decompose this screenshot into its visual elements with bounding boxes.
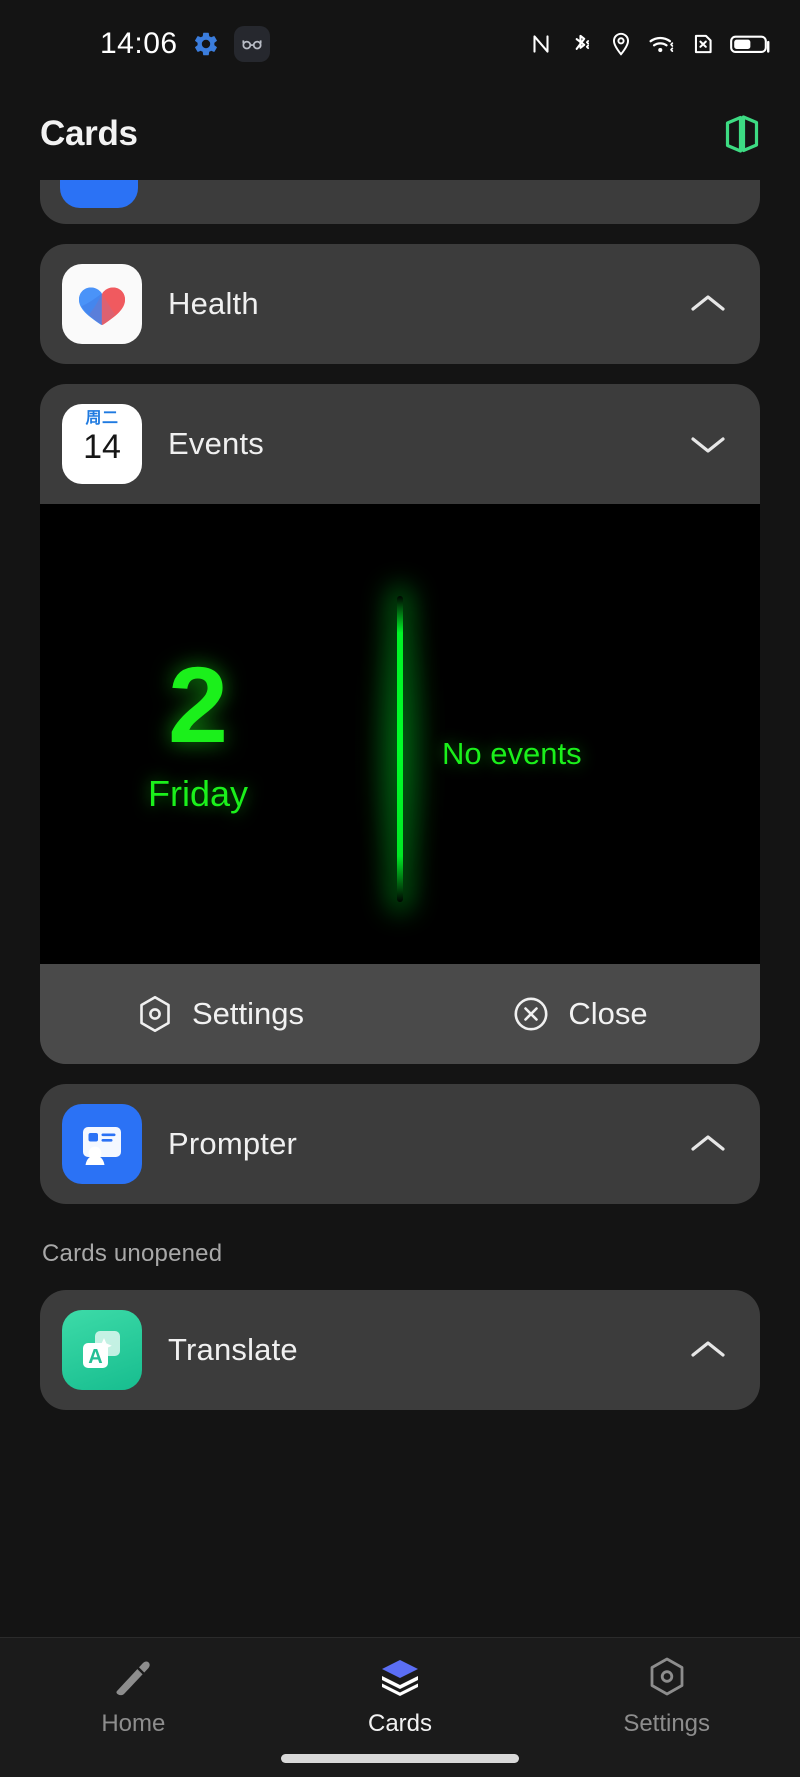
widget-close-button[interactable]: Close [400,995,760,1033]
widget-close-label: Close [568,996,648,1031]
location-icon [608,31,634,57]
health-heart-icon [62,264,142,344]
card-events-row[interactable]: 周二 14 Events [40,384,760,504]
events-widget[interactable]: 2 Friday No events [40,504,760,964]
card-health[interactable]: Health [40,244,760,364]
card-health-row[interactable]: Health [40,244,760,364]
chevron-down-icon[interactable] [686,422,730,466]
cards-list[interactable]: Health 周二 14 Events 2 Friday No events S… [0,180,800,1637]
card-prompter[interactable]: Prompter [40,1084,760,1204]
status-bar-left: 14:06 [100,26,270,62]
nav-item-home[interactable]: Home [0,1654,267,1738]
calendar-icon: 周二 14 [62,404,142,484]
chevron-up-icon[interactable] [686,1122,730,1166]
settings-gear-icon [192,30,220,58]
widget-settings-label: Settings [191,996,304,1031]
nav-label-settings: Settings [623,1710,711,1737]
page-header: Cards [0,88,800,180]
card-events-label: Events [168,426,264,461]
nav-item-settings[interactable]: Settings [533,1654,800,1738]
battery-icon [730,31,772,57]
widget-message: No events [442,736,582,771]
prompter-card-icon [62,1104,142,1184]
card-prompter-row[interactable]: Prompter [40,1084,760,1204]
widget-day-name: Friday [147,772,249,814]
card-translate-row[interactable]: A Translate [40,1290,760,1410]
page-title: Cards [40,114,138,153]
card-translate[interactable]: A Translate [40,1290,760,1410]
card-events[interactable]: 周二 14 Events 2 Friday No events Settings… [40,384,760,1064]
calendar-day: 14 [83,428,121,466]
translate-icon: A [62,1310,142,1390]
calendar-weekday: 周二 [85,410,119,427]
cards-stack-icon[interactable] [720,111,764,157]
gesture-bar[interactable] [281,1754,519,1763]
widget-day-number: 2 [167,644,229,765]
home-pointer-icon [108,1654,158,1700]
hexagon-settings-icon [136,994,174,1034]
widget-action-bar: Settings Close [40,964,760,1064]
wifi-icon [648,31,676,57]
hexagon-settings-icon [643,1654,691,1700]
chevron-up-icon[interactable] [686,1328,730,1372]
chevron-up-icon[interactable] [686,282,730,326]
no-sim-icon [690,31,716,57]
nav-label-cards: Cards [367,1710,433,1737]
cards-stack-filled-icon [375,1654,425,1700]
glasses-icon [233,26,270,62]
nav-label-home: Home [101,1710,166,1737]
status-bar: 14:06 [0,0,800,88]
status-bar-clock: 14:06 [100,27,178,60]
widget-settings-button[interactable]: Settings [40,994,400,1034]
blue-app-icon [60,180,138,208]
widget-date-block: 2 Friday [40,644,400,815]
bluetooth-icon [568,31,594,57]
card-prompter-label: Prompter [168,1126,298,1161]
translate-letter: A [88,1346,102,1368]
status-bar-right [528,31,772,57]
card-partial-top[interactable] [40,180,760,224]
section-label-unopened: Cards unopened [42,1240,223,1267]
close-circle-icon [512,995,550,1033]
card-translate-label: Translate [168,1332,298,1367]
widget-message-block: No events [400,736,760,772]
phone-screen: 14:06 Cards Health 周二 14 Events 2 Friday… [0,0,800,1777]
nav-item-cards[interactable]: Cards [267,1654,534,1738]
nfc-icon [528,31,554,57]
card-health-label: Health [168,286,259,321]
